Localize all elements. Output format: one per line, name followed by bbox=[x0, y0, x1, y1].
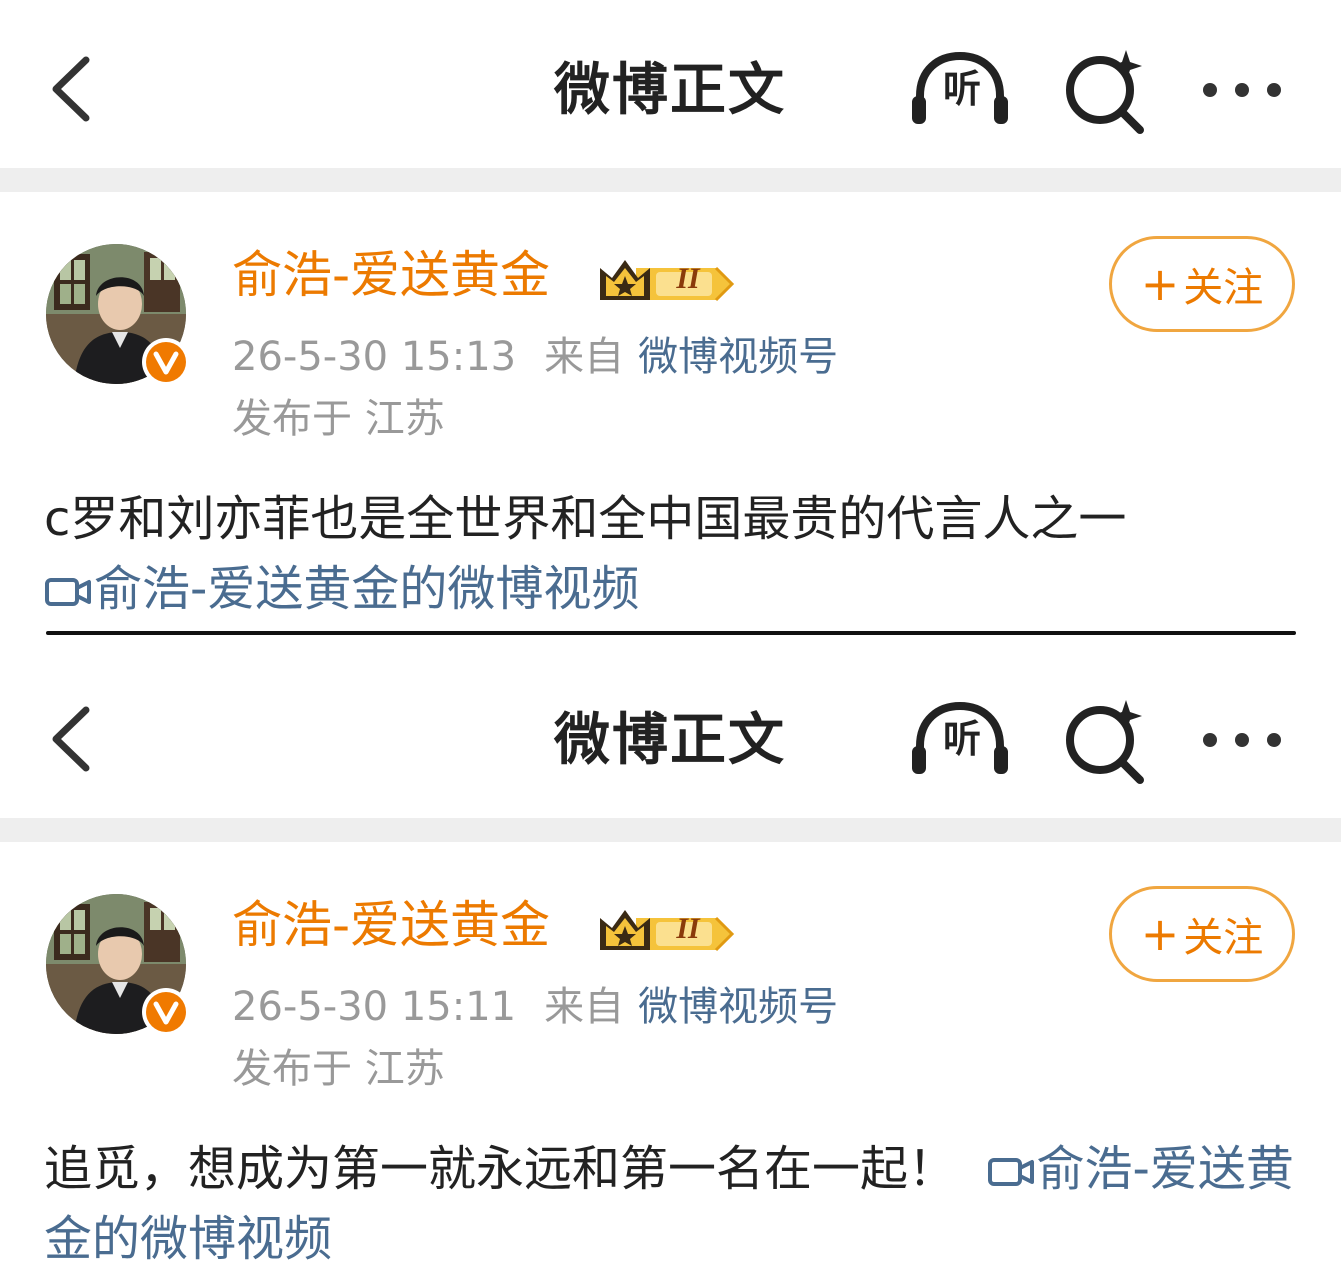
post-location: 发布于 江苏 bbox=[232, 396, 445, 442]
vip-badge[interactable]: II bbox=[596, 254, 736, 304]
listen-label: 听 bbox=[942, 67, 981, 111]
post-text: c罗和刘亦菲也是全世界和全中国最贵的代言人之一 俞浩-爱送黄金的微博视频 bbox=[44, 484, 1294, 624]
video-link[interactable]: 俞浩-爱送黄金的微博视频 bbox=[44, 561, 639, 617]
plus-icon: + bbox=[1140, 907, 1180, 961]
post-text: 追觅，想成为第一就永远和第一名在一起！ 俞浩-爱送黄金的微博视频 bbox=[44, 1134, 1294, 1274]
post-location: 发布于 江苏 bbox=[232, 1046, 445, 1092]
source-link[interactable]: 微博视频号 bbox=[638, 984, 838, 1030]
video-frame-edge bbox=[46, 631, 1296, 635]
source-link[interactable]: 微博视频号 bbox=[638, 334, 838, 380]
back-arrow-icon[interactable] bbox=[40, 48, 106, 130]
nav-bar: 微博正文 听 bbox=[0, 0, 1341, 168]
vip-level: II bbox=[676, 262, 700, 295]
panel-seam bbox=[0, 634, 1341, 650]
username[interactable]: 俞浩-爱送黄金 bbox=[232, 894, 550, 956]
plus-icon: + bbox=[1140, 257, 1180, 311]
source-prefix: 来自 bbox=[544, 984, 625, 1030]
vip-level: II bbox=[676, 912, 700, 945]
page-title: 微博正文 bbox=[554, 58, 786, 123]
video-link-text: 俞浩-爱送黄金的微博视频 bbox=[94, 561, 640, 617]
page-title: 微博正文 bbox=[554, 708, 786, 773]
post-panel-2: 微博正文 听 俞浩-爱送黄金 II 26-5-30 15:11 来自 微博视频号… bbox=[0, 650, 1341, 1280]
section-divider bbox=[0, 168, 1341, 192]
post-meta: 26-5-30 15:13 来自 微博视频号 bbox=[232, 330, 838, 384]
post-time: 26-5-30 15:13 bbox=[232, 334, 517, 380]
section-divider bbox=[0, 818, 1341, 842]
verified-v-icon bbox=[142, 988, 190, 1036]
username[interactable]: 俞浩-爱送黄金 bbox=[232, 244, 550, 306]
video-icon bbox=[45, 578, 91, 606]
post-panel-1: 微博正文 听 俞浩-爱送黄金 II 26-5-30 15:13 来自 微博视频号… bbox=[0, 0, 1341, 634]
crown-icon bbox=[600, 910, 735, 952]
weibo-screenshot: 微博正文 听 俞浩-爱送黄金 II 26-5-30 15:13 来自 微博视频号… bbox=[0, 0, 1341, 1280]
verified-v-icon bbox=[142, 338, 190, 386]
listen-label: 听 bbox=[942, 717, 981, 761]
more-icon[interactable] bbox=[1196, 720, 1288, 760]
search-sparkle-icon[interactable] bbox=[1060, 696, 1150, 784]
post-body: 追觅，想成为第一就永远和第一名在一起！ bbox=[44, 1141, 957, 1197]
follow-button[interactable]: + 关注 bbox=[1109, 886, 1295, 982]
follow-button[interactable]: + 关注 bbox=[1109, 236, 1295, 332]
search-sparkle-icon[interactable] bbox=[1060, 46, 1150, 134]
video-icon bbox=[987, 1158, 1034, 1186]
back-arrow-icon[interactable] bbox=[40, 698, 106, 780]
follow-label: 关注 bbox=[1183, 265, 1264, 311]
post-body: c罗和刘亦菲也是全世界和全中国最贵的代言人之一 bbox=[44, 491, 1127, 547]
follow-label: 关注 bbox=[1183, 915, 1264, 961]
post-meta: 26-5-30 15:11 来自 微博视频号 bbox=[232, 980, 838, 1034]
nav-bar: 微博正文 听 bbox=[0, 650, 1341, 818]
post-time: 26-5-30 15:11 bbox=[232, 984, 517, 1030]
vip-badge[interactable]: II bbox=[596, 904, 736, 954]
source-prefix: 来自 bbox=[544, 334, 625, 380]
more-icon[interactable] bbox=[1196, 70, 1288, 110]
crown-icon bbox=[600, 260, 735, 302]
